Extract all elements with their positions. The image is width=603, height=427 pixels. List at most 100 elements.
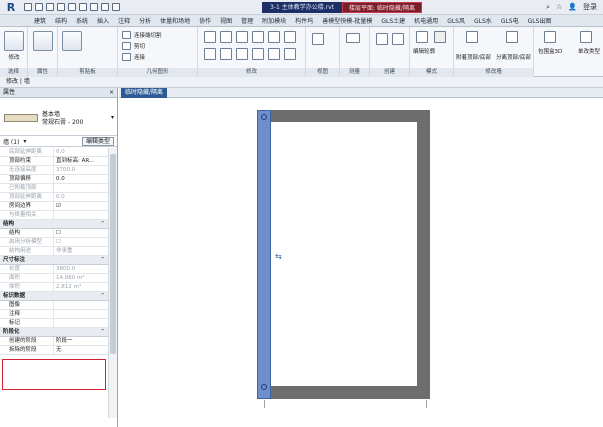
property-row[interactable]: 标记 [0, 319, 108, 328]
properties-button[interactable] [33, 31, 53, 51]
delete-icon[interactable] [284, 48, 296, 60]
property-group-header[interactable]: 阶段化 ⌃ [0, 328, 108, 337]
favorites-icon[interactable]: ☆ [556, 3, 562, 11]
revit-logo[interactable]: R [0, 0, 22, 15]
menu-tab[interactable]: 插入 [97, 16, 109, 25]
property-value[interactable]: ☐ [54, 229, 108, 237]
property-value[interactable] [54, 310, 108, 318]
array-icon[interactable] [284, 31, 296, 43]
property-value[interactable]: 无 [54, 346, 108, 354]
copy-icon[interactable] [220, 48, 232, 60]
wall-end-grip-top[interactable] [261, 114, 267, 120]
menu-tab[interactable]: 协作 [199, 16, 211, 25]
scrollbar-thumb[interactable] [110, 154, 116, 354]
trim-icon[interactable] [252, 48, 264, 60]
create-group-icon[interactable] [392, 33, 404, 45]
property-value[interactable]: 3700.0 [54, 166, 108, 174]
properties-scrollbar[interactable] [108, 148, 117, 418]
menu-tab[interactable]: 机电通用 [414, 16, 438, 25]
property-value[interactable]: 直到标高: AR... [54, 157, 108, 165]
property-value[interactable]: ☐ [54, 238, 108, 246]
3d-view-icon[interactable] [90, 3, 98, 11]
property-row[interactable]: 无连接高度 3700.0 [0, 166, 108, 175]
section-icon[interactable] [101, 3, 109, 11]
mirror-draw-icon[interactable] [252, 31, 264, 43]
menu-tab[interactable]: 分析 [139, 16, 151, 25]
menu-tab[interactable]: 构件坞 [295, 16, 313, 25]
property-row[interactable]: 面积 14.060 m² [0, 274, 108, 283]
scale-icon[interactable] [268, 48, 280, 60]
property-value[interactable] [54, 319, 108, 327]
property-row[interactable]: 房间边界 ☑ [0, 202, 108, 211]
cut-icon[interactable] [122, 42, 131, 50]
property-value[interactable]: 阶段一 [54, 337, 108, 345]
menu-tab[interactable]: 注释 [118, 16, 130, 25]
property-value[interactable] [54, 184, 108, 192]
property-value[interactable]: 0.0 [54, 148, 108, 156]
wall-end-grip-bottom[interactable] [261, 384, 267, 390]
menu-tab[interactable]: GLS土建 [381, 16, 405, 25]
instance-filter[interactable]: 墙 (1) ▾ 编辑类型 [0, 136, 117, 147]
open-icon[interactable] [24, 3, 32, 11]
collapse-icon[interactable]: ⌃ [100, 328, 105, 337]
menu-tab[interactable]: GLS水 [474, 16, 492, 25]
property-group-header[interactable]: 尺寸标注 ⌃ [0, 256, 108, 265]
property-group-header[interactable]: 结构 ⌃ [0, 220, 108, 229]
menu-tab[interactable]: 视图 [220, 16, 232, 25]
property-row[interactable]: 与体量相关 [0, 211, 108, 220]
property-row[interactable]: 体积 2.812 m³ [0, 283, 108, 292]
collapse-icon[interactable]: ⌃ [100, 292, 105, 301]
chevron-down-icon[interactable]: ▾ [111, 114, 114, 121]
menu-tab[interactable]: 善模型快模-批量模 [322, 16, 372, 25]
move-icon[interactable] [204, 48, 216, 60]
menu-tab[interactable]: 系统 [76, 16, 88, 25]
property-value[interactable]: 2.812 m³ [54, 283, 108, 291]
selected-wall[interactable] [257, 110, 271, 399]
property-value[interactable]: 14.060 m² [54, 274, 108, 282]
align-icon[interactable] [204, 31, 216, 43]
cope-icon[interactable] [122, 31, 131, 39]
property-row[interactable]: 创建的阶段 阶段一 [0, 337, 108, 346]
property-row[interactable]: 顶部延伸距离 0.0 [0, 193, 108, 202]
thin-lines-icon[interactable] [112, 3, 120, 11]
rotate-icon[interactable] [236, 48, 248, 60]
property-row[interactable]: 启用分析模型 ☐ [0, 238, 108, 247]
split-icon[interactable] [268, 31, 280, 43]
menu-tab[interactable]: 建筑 [34, 16, 46, 25]
menu-tab[interactable]: 结构 [55, 16, 67, 25]
property-row[interactable]: 结构 ☐ [0, 229, 108, 238]
redo-icon[interactable] [57, 3, 65, 11]
reset-profile-icon[interactable] [434, 31, 446, 43]
text-icon[interactable] [79, 3, 87, 11]
property-value[interactable]: 0.0 [54, 193, 108, 201]
property-row[interactable]: 拆除的阶段无 [0, 346, 108, 355]
property-row[interactable]: 结构用途 非承重 [0, 247, 108, 256]
create-parts-icon[interactable] [376, 33, 388, 45]
property-row[interactable]: 顶部约束 直到标高: AR... [0, 157, 108, 166]
menu-tab[interactable]: 体量和场地 [160, 16, 190, 25]
menu-tab[interactable]: 管理 [241, 16, 253, 25]
property-row[interactable]: 已附着顶部 [0, 184, 108, 193]
change-type-icon[interactable] [580, 31, 592, 43]
property-value[interactable]: 3800.0 [54, 265, 108, 273]
paste-button[interactable] [62, 31, 82, 51]
chevron-down-icon[interactable]: ▾ [23, 138, 26, 145]
menu-tab[interactable]: GLS电 [501, 16, 519, 25]
measure-icon[interactable] [68, 3, 76, 11]
detach-top-base-icon[interactable] [506, 31, 518, 43]
property-group-header[interactable]: 标识数据 ⌃ [0, 292, 108, 301]
join-icon[interactable] [122, 53, 131, 61]
property-row[interactable]: 顶部偏移 0.0 [0, 175, 108, 184]
menu-tab[interactable]: GLS出图 [528, 16, 552, 25]
collapse-icon[interactable]: ⌃ [100, 220, 105, 229]
property-value[interactable]: 非承重 [54, 247, 108, 255]
search-icon[interactable]: ⌕ [546, 3, 550, 12]
type-selector[interactable]: 基本墙 常规石膏 - 200 ▾ [0, 98, 117, 136]
close-icon[interactable]: × [109, 88, 114, 98]
menu-tab[interactable]: GLS风 [447, 16, 465, 25]
user-icon[interactable]: 👤 [568, 3, 577, 11]
hide-icon[interactable] [312, 33, 324, 45]
property-value[interactable] [54, 301, 108, 309]
save-icon[interactable] [35, 3, 43, 11]
undo-icon[interactable] [46, 3, 54, 11]
